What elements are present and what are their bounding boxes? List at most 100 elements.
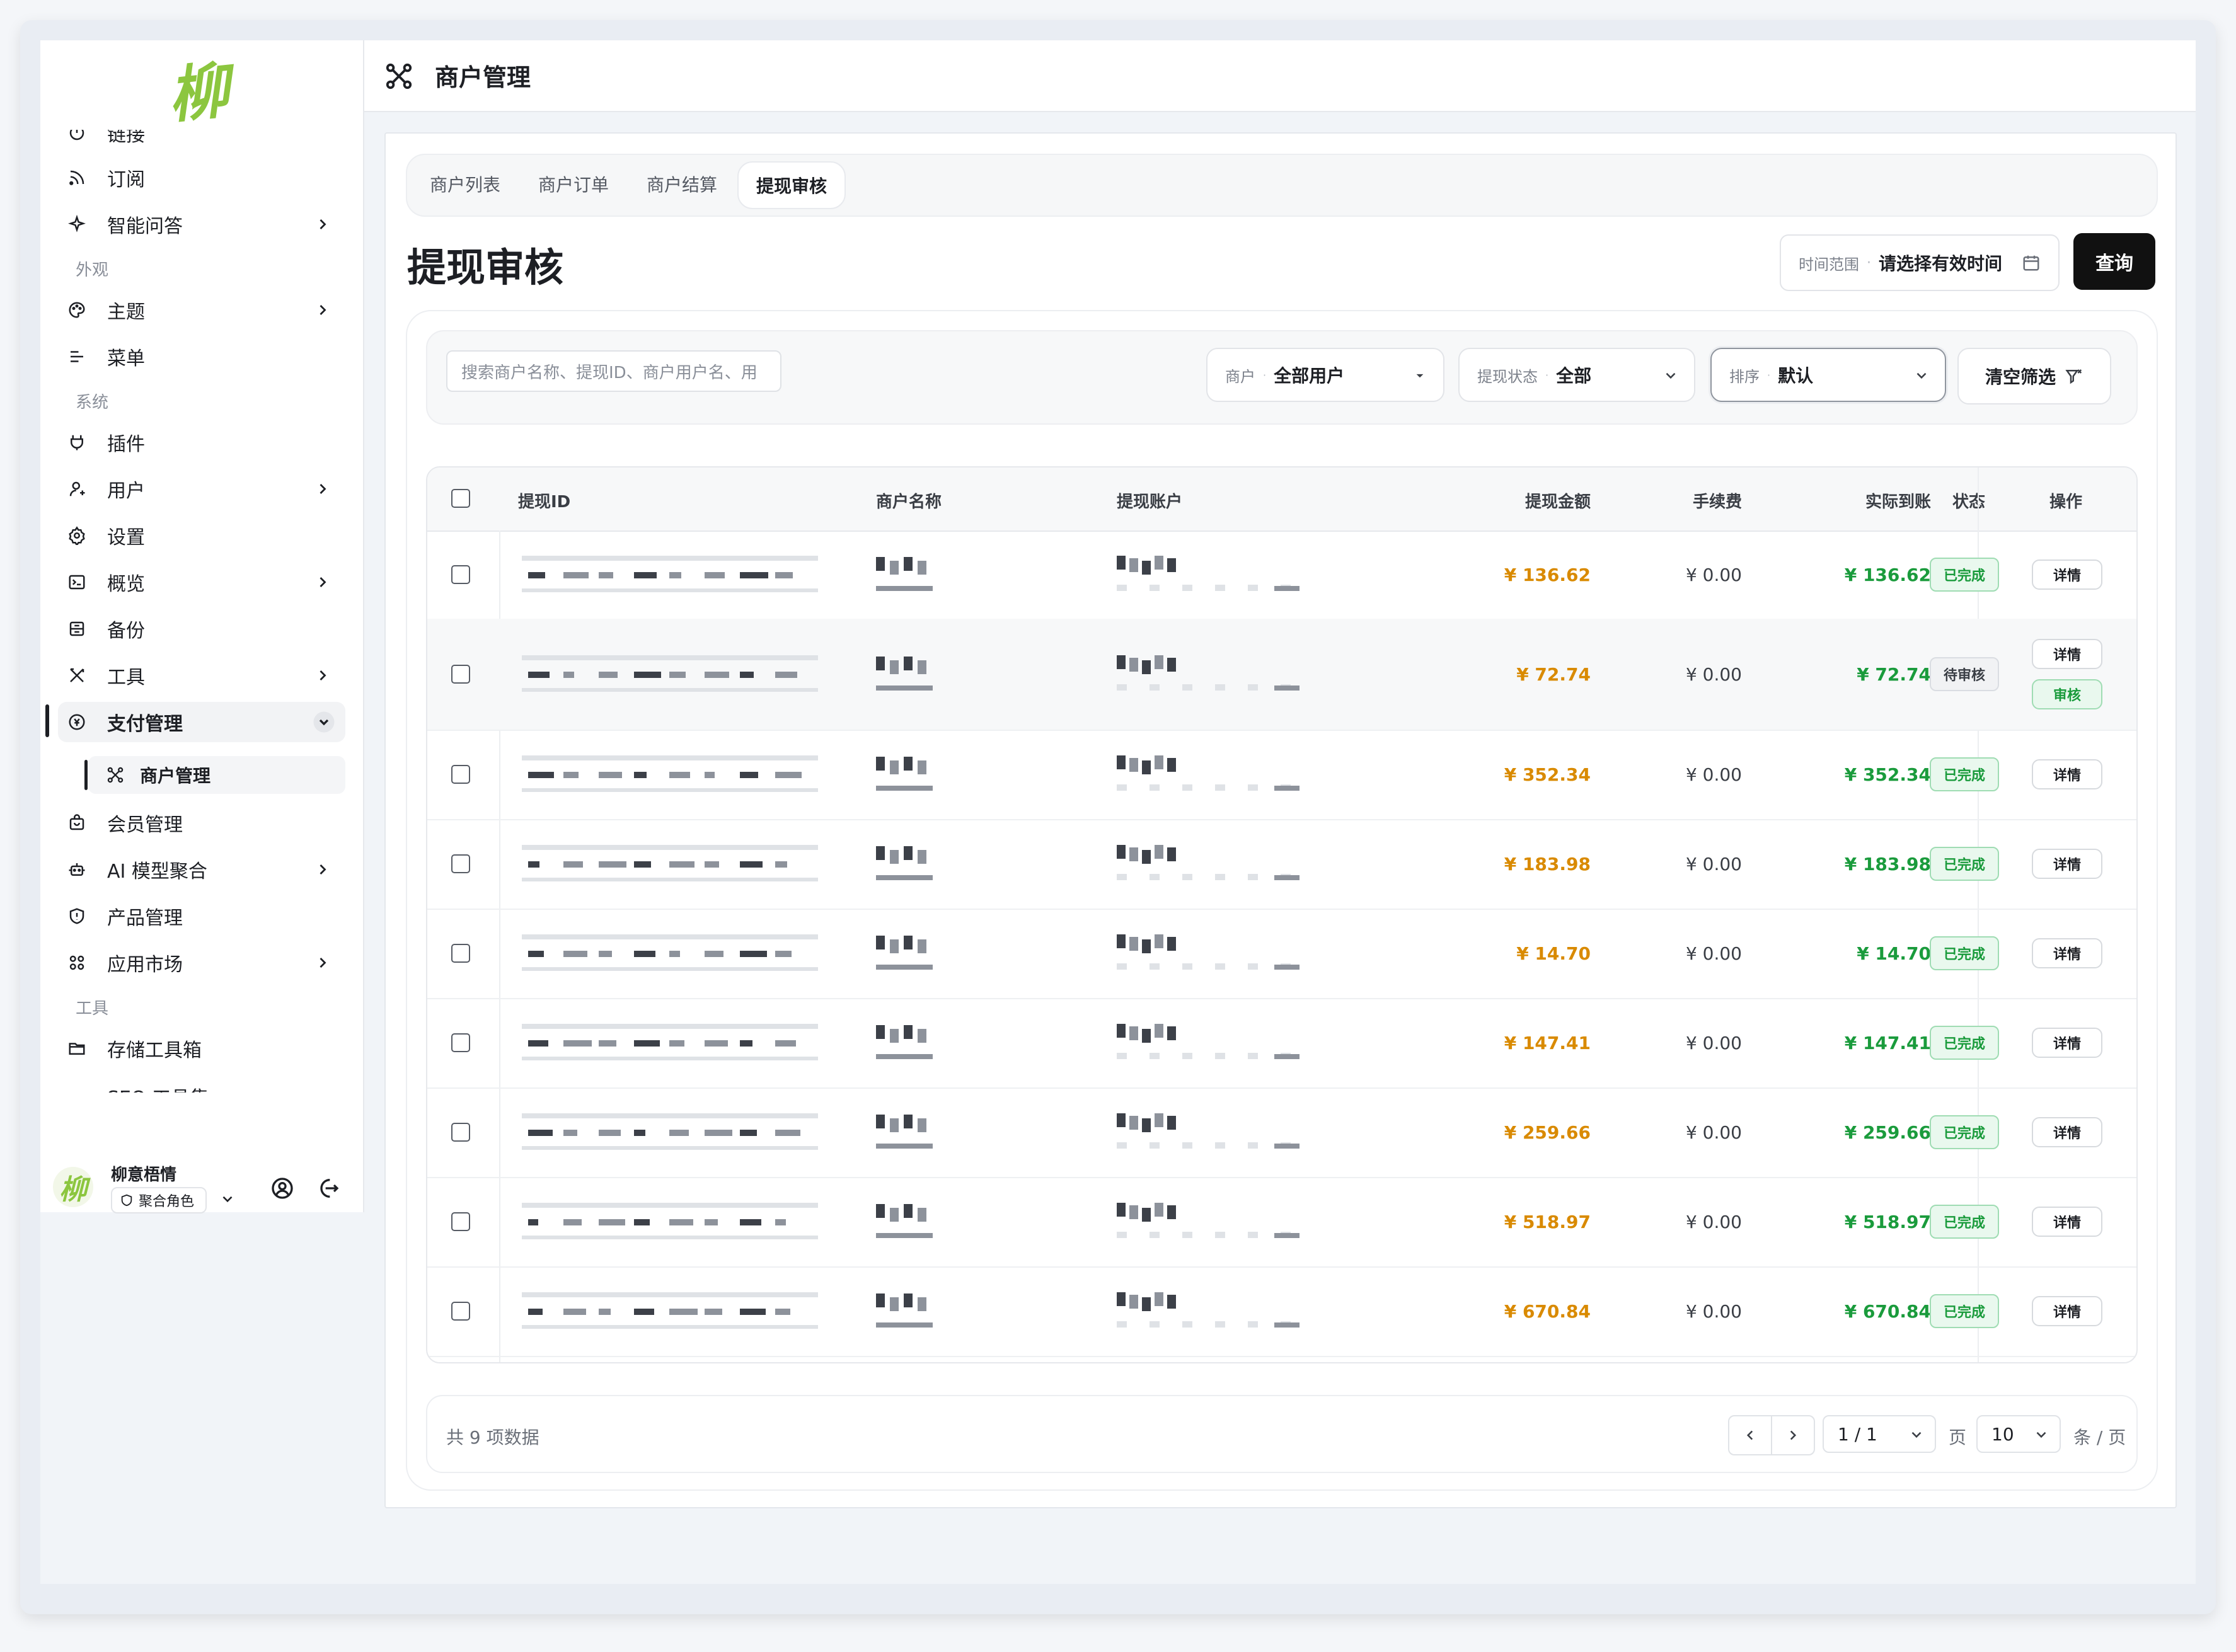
detail-button[interactable]: 详情: [2032, 759, 2102, 789]
redacted-withdraw-id: [522, 967, 818, 971]
table-row[interactable]: ¥ 136.62 ¥ 0.00 ¥ 136.62 已完成 详情: [427, 531, 2136, 620]
redacted-account: [1142, 939, 1151, 953]
tab-bar: 商户列表 商户订单 商户结算 提现审核: [406, 154, 2158, 217]
role-selector[interactable]: 聚合角色: [111, 1187, 207, 1213]
clear-filters-button[interactable]: 清空筛选: [1957, 348, 2111, 404]
next-page-button[interactable]: [1771, 1415, 1815, 1455]
redacted-account: [1274, 875, 1300, 880]
sidebar-item-settings[interactable]: 设置: [58, 515, 345, 556]
query-button[interactable]: 查询: [2073, 233, 2155, 290]
sidebar-item-backup[interactable]: 备份: [58, 609, 345, 649]
page-size-select[interactable]: 10: [1976, 1415, 2061, 1453]
row-checkbox[interactable]: [451, 944, 470, 963]
redacted-withdraw-id: [705, 772, 715, 778]
column-header: 提现金额: [1524, 493, 1591, 512]
profile-icon[interactable]: [270, 1176, 295, 1201]
redacted-merchant-name: [904, 1204, 913, 1218]
redacted-account: [1155, 845, 1163, 859]
detail-button[interactable]: 详情: [2032, 1296, 2102, 1326]
gear-icon: [64, 523, 89, 548]
redacted-withdraw-id: [740, 1219, 761, 1225]
row-checkbox[interactable]: [451, 1123, 470, 1142]
redacted-merchant-name: [876, 1025, 885, 1039]
sidebar-item-menu[interactable]: 菜单: [58, 336, 345, 377]
detail-button[interactable]: 详情: [2032, 1207, 2102, 1237]
sidebar-item-seo[interactable]: SEO 工具集: [58, 1075, 345, 1093]
sidebar-item-storage[interactable]: 存储工具箱: [58, 1028, 345, 1069]
tab-merchant-settlement[interactable]: 商户结算: [629, 161, 735, 207]
sort-select[interactable]: 排序 · 默认: [1710, 348, 1946, 402]
detail-button[interactable]: 详情: [2032, 559, 2102, 590]
table-row[interactable]: ¥ 14.70 ¥ 0.00 ¥ 14.70 已完成 详情: [427, 909, 2136, 999]
redacted-account: [1117, 1024, 1126, 1038]
table-row[interactable]: ¥ 518.97 ¥ 0.00 ¥ 518.97 已完成 详情: [427, 1177, 2136, 1268]
sidebar-item-app-market[interactable]: 应用市场: [58, 943, 345, 983]
sidebar-item-subscribe[interactable]: 订阅: [58, 158, 345, 198]
section-system: 系统: [76, 393, 109, 412]
redacted-withdraw-id: [522, 556, 818, 561]
select-label: 商户: [1225, 367, 1255, 386]
chevron-down-icon[interactable]: [219, 1191, 236, 1207]
row-checkbox[interactable]: [451, 765, 470, 784]
redacted-withdraw-id: [705, 1040, 728, 1047]
table-row[interactable]: ¥ 72.74 ¥ 0.00 ¥ 72.74 待审核 详情 审核: [427, 619, 2136, 731]
table-row[interactable]: ¥ 147.41 ¥ 0.00 ¥ 147.41 已完成 详情: [427, 998, 2136, 1089]
search-input[interactable]: 搜索商户名称、提现ID、商户用户名、用: [446, 350, 781, 392]
table-row[interactable]: ¥ 183.98 ¥ 0.00 ¥ 183.98 已完成 详情: [427, 819, 2136, 910]
table-row[interactable]: ¥ 670.84 ¥ 0.00 ¥ 670.84 已完成 详情: [427, 1266, 2136, 1357]
redacted-account: [1215, 1232, 1225, 1238]
tab-withdraw-review[interactable]: 提现审核: [737, 161, 846, 209]
content-panel: 搜索商户名称、提现ID、商户用户名、用 商户 · 全部用户 提现状态 · 全部: [406, 310, 2158, 1491]
detail-button[interactable]: 详情: [2032, 938, 2102, 968]
row-checkbox[interactable]: [451, 665, 470, 684]
tab-merchant-orders[interactable]: 商户订单: [521, 161, 626, 207]
chevron-down-icon: [1911, 1431, 1922, 1438]
detail-button[interactable]: 详情: [2032, 639, 2102, 669]
date-range-label: 时间范围: [1799, 255, 1859, 273]
page-select[interactable]: 1 / 1: [1823, 1415, 1936, 1453]
sidebar-item-users[interactable]: 用户: [58, 469, 345, 509]
row-checkbox[interactable]: [451, 1212, 470, 1231]
sidebar-item-plugins[interactable]: 插件: [58, 422, 345, 462]
prev-page-button[interactable]: [1728, 1415, 1772, 1455]
sidebar-item-overview[interactable]: 概览: [58, 562, 345, 602]
row-checkbox[interactable]: [451, 1033, 470, 1052]
redacted-withdraw-id: [634, 1219, 650, 1225]
table-row[interactable]: ¥ 352.34 ¥ 0.00 ¥ 352.34 已完成 详情: [427, 730, 2136, 820]
date-range-picker[interactable]: 时间范围 · 请选择有效时间: [1780, 234, 2060, 291]
detail-button[interactable]: 详情: [2032, 849, 2102, 879]
sidebar-item-links[interactable]: 链接: [58, 130, 345, 155]
chevron-right-icon: [320, 305, 326, 315]
select-all-checkbox[interactable]: [451, 489, 470, 508]
sidebar-item-payment[interactable]: 支付管理: [58, 702, 345, 742]
sidebar-item-theme[interactable]: 主题: [58, 290, 345, 330]
redacted-account: [1117, 1321, 1127, 1328]
detail-button[interactable]: 详情: [2032, 1028, 2102, 1058]
withdraw-table: 提现ID 商户名称 提现账户 提现金额 手续费 实际到账 状态 操作 ¥ 136…: [426, 466, 2138, 1363]
row-checkbox[interactable]: [451, 854, 470, 873]
sidebar-item-ai-qa[interactable]: 智能问答: [58, 204, 345, 244]
apps-icon: [64, 950, 89, 975]
logout-icon[interactable]: [315, 1176, 340, 1201]
table-row[interactable]: ¥ 259.66 ¥ 0.00 ¥ 259.66 已完成 详情: [427, 1087, 2136, 1178]
row-checkbox[interactable]: [451, 1302, 470, 1321]
sidebar-subitem-merchant[interactable]: 商户管理: [84, 756, 345, 794]
redacted-withdraw-id: [669, 1309, 698, 1315]
sidebar-item-tools[interactable]: 工具: [58, 655, 345, 696]
merchant-select[interactable]: 商户 · 全部用户: [1206, 348, 1444, 402]
window-frame: 柳 链接 订阅 智能问答 外观 主题 菜单 系统 插件 用户 设置 概览 备份 …: [20, 20, 2216, 1614]
sidebar-item-ai-models[interactable]: AI 模型聚合: [58, 849, 345, 890]
redacted-account: [1215, 1321, 1225, 1328]
review-button[interactable]: 审核: [2032, 679, 2102, 709]
sidebar-item-label: 链接: [107, 130, 145, 146]
avatar[interactable]: 柳: [53, 1167, 93, 1207]
sidebar-item-membership[interactable]: 会员管理: [58, 803, 345, 843]
redacted-merchant-name: [890, 1297, 899, 1311]
detail-button[interactable]: 详情: [2032, 1117, 2102, 1147]
amount-cell: ¥ 14.70: [1516, 943, 1591, 964]
sidebar-item-products[interactable]: 产品管理: [58, 896, 345, 936]
redacted-withdraw-id: [705, 861, 719, 868]
row-checkbox[interactable]: [451, 565, 470, 584]
status-select[interactable]: 提现状态 · 全部: [1458, 348, 1695, 402]
tab-merchant-list[interactable]: 商户列表: [412, 161, 518, 207]
